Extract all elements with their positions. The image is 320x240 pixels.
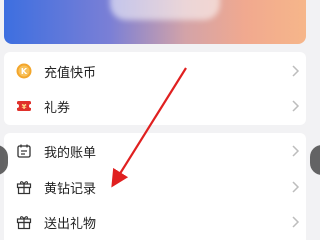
coin-icon: K — [16, 63, 32, 79]
chevron-right-icon — [292, 181, 300, 193]
right-edge-handle[interactable] — [310, 145, 320, 175]
chevron-right-icon — [292, 145, 300, 157]
recharge-coins-row[interactable]: K 充值快币 — [4, 53, 306, 89]
sent-gifts-row[interactable]: 送出礼物 — [4, 204, 306, 240]
my-bill-row[interactable]: 我的账单 — [4, 133, 306, 169]
banner-glow — [110, 0, 220, 20]
wallet-section: K 充值快币 ¥ 礼券 — [4, 52, 306, 125]
svg-text:K: K — [21, 67, 28, 76]
my-bill-label: 我的账单 — [44, 145, 97, 161]
svg-text:¥: ¥ — [22, 103, 27, 111]
chevron-right-icon — [292, 100, 300, 112]
records-section: 我的账单 黄钻记录 送出礼物 — [4, 133, 306, 240]
chevron-right-icon — [292, 216, 300, 228]
yellow-diamond-records-row[interactable]: 黄钻记录 — [4, 169, 306, 205]
recharge-coins-label: 充值快币 — [44, 65, 97, 81]
coupon-row[interactable]: ¥ 礼券 — [4, 88, 306, 124]
yellow-diamond-records-label: 黄钻记录 — [44, 181, 97, 197]
coupon-icon: ¥ — [16, 98, 32, 114]
chevron-right-icon — [292, 65, 300, 77]
sent-gifts-label: 送出礼物 — [44, 216, 97, 232]
coupon-label: 礼券 — [44, 100, 71, 116]
gift-icon — [16, 214, 32, 230]
gift-box-icon — [16, 179, 32, 195]
bill-icon — [16, 143, 32, 159]
